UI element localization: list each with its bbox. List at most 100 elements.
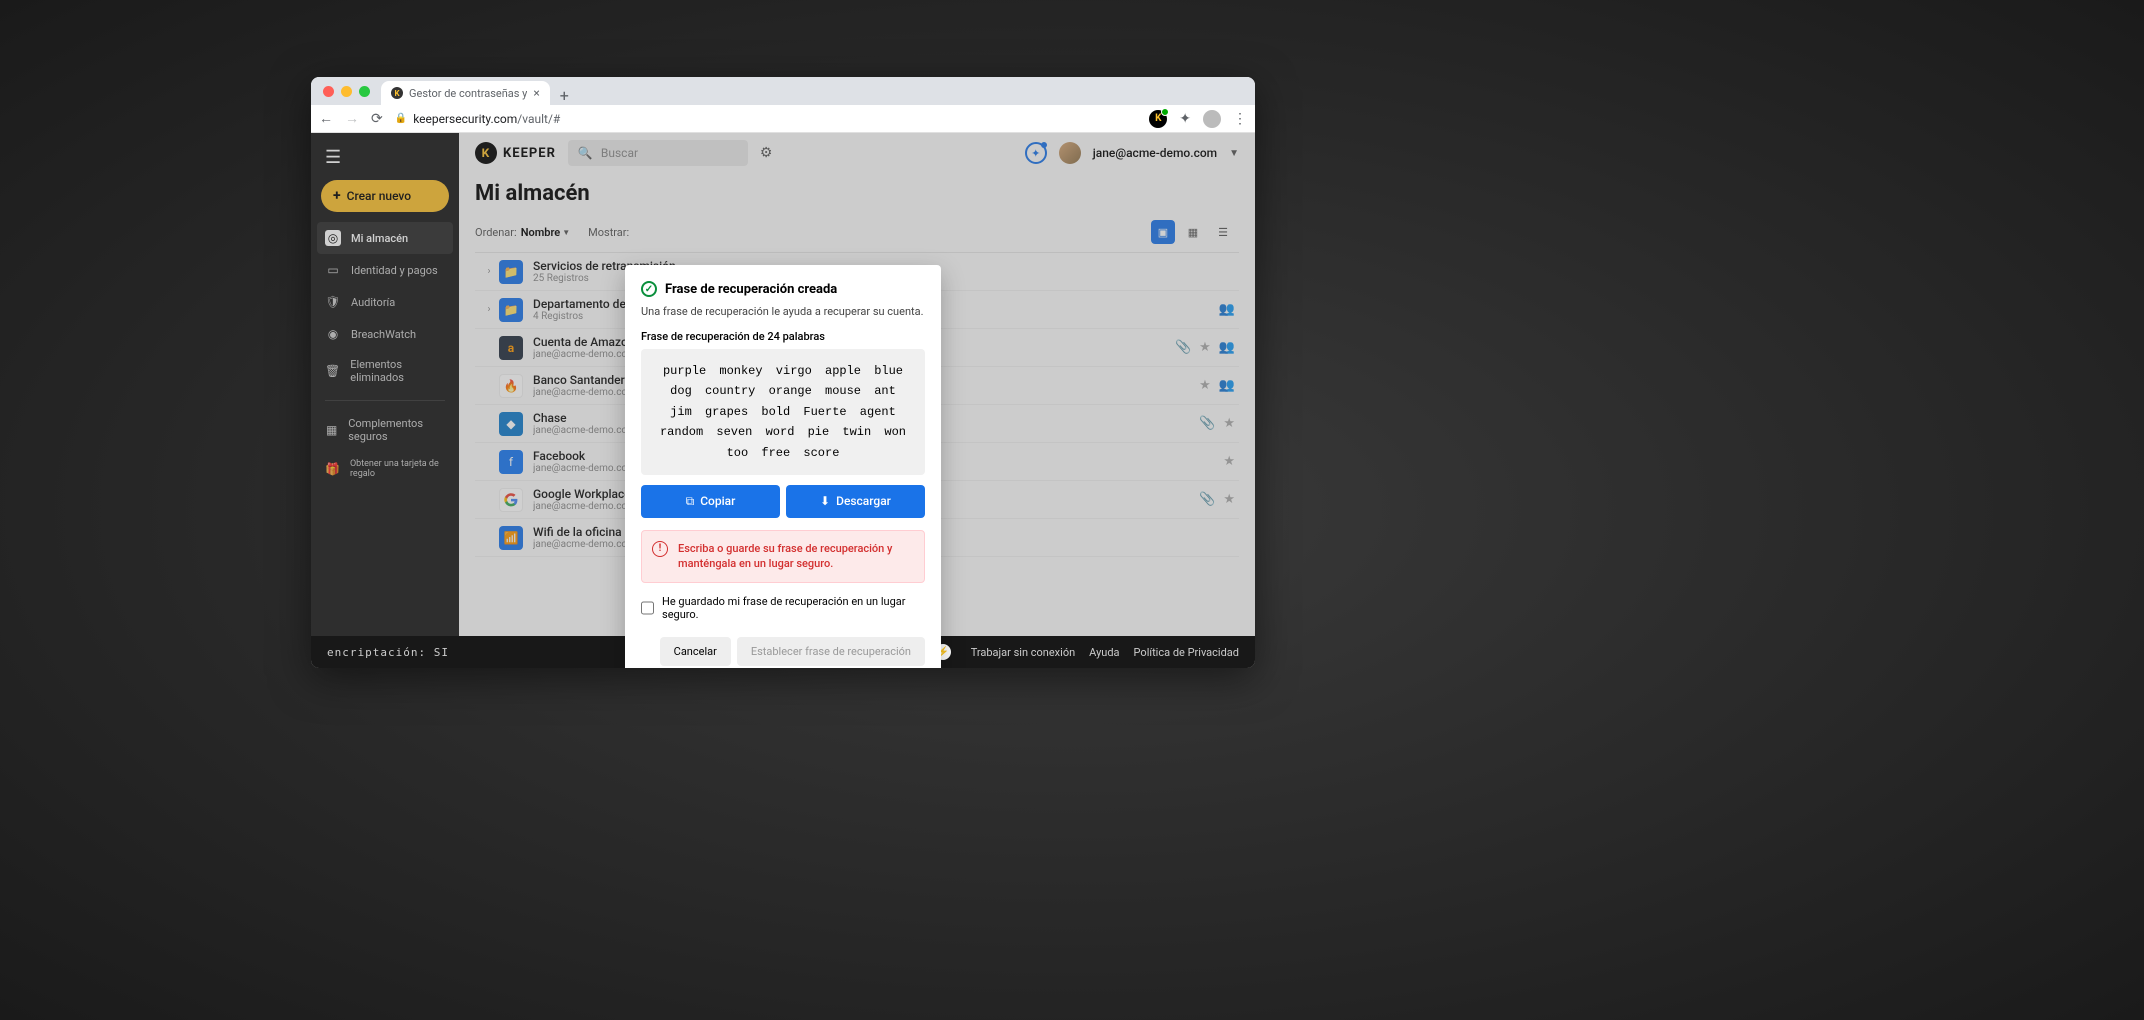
- recovery-phrase: purple monkey virgo apple blue dog count…: [641, 349, 925, 475]
- window-controls: [323, 86, 370, 97]
- filter-icon[interactable]: ⚙: [760, 145, 773, 161]
- confirm-checkbox-row[interactable]: He guardado mi frase de recuperación en …: [641, 595, 925, 621]
- amazon-icon: a: [499, 336, 523, 360]
- browser-tab[interactable]: K Gestor de contraseñas y ×: [381, 81, 550, 105]
- folder-view-icon[interactable]: ▣: [1151, 220, 1175, 244]
- card-icon: ▭: [325, 262, 341, 278]
- search-icon: 🔍: [578, 146, 593, 160]
- chevron-down-icon[interactable]: ▼: [562, 228, 570, 237]
- confirm-button[interactable]: Establecer frase de recuperación: [737, 637, 925, 666]
- profile-icon[interactable]: [1203, 110, 1221, 128]
- minimize-window[interactable]: [341, 86, 352, 97]
- forward-button[interactable]: →: [345, 110, 359, 127]
- chevron-right-icon[interactable]: ›: [479, 304, 499, 315]
- sidebar-item-addons[interactable]: ▦ Complementos seguros: [311, 409, 459, 451]
- list-view-icon[interactable]: ☰: [1211, 220, 1235, 244]
- sidebar-item-label: Elementos eliminados: [350, 358, 445, 384]
- sidebar-item-breachwatch[interactable]: ◉ BreachWatch: [311, 318, 459, 350]
- sidebar-item-label: Auditoría: [351, 296, 395, 309]
- warning-icon: !: [652, 541, 668, 557]
- offline-link[interactable]: Trabajar sin conexión: [971, 646, 1075, 659]
- sidebar: ☰ + Crear nuevo ◎ Mi almacén ▭ Identidad…: [311, 133, 459, 636]
- create-button[interactable]: + Crear nuevo: [321, 180, 449, 212]
- keeper-extension-icon[interactable]: K: [1149, 110, 1167, 128]
- trash-icon: 🗑: [325, 363, 340, 379]
- star-icon[interactable]: ★: [1223, 416, 1235, 431]
- sidebar-item-label: Identidad y pagos: [351, 264, 438, 277]
- brand-name: KEEPER: [503, 146, 556, 161]
- attachment-icon[interactable]: 📎: [1199, 492, 1215, 507]
- user-email: jane@acme-demo.com: [1093, 146, 1217, 160]
- sort-label: Ordenar:: [475, 226, 517, 239]
- share-icon[interactable]: 👥: [1219, 302, 1235, 317]
- star-icon[interactable]: ★: [1223, 492, 1235, 507]
- download-icon: ⬇: [820, 494, 830, 508]
- encryption-status: encriptación: SI: [327, 646, 449, 659]
- sidebar-item-vault[interactable]: ◎ Mi almacén: [317, 222, 453, 254]
- chevron-down-icon[interactable]: ▼: [1229, 148, 1239, 159]
- avatar[interactable]: [1059, 142, 1081, 164]
- phrase-label: Frase de recuperación de 24 palabras: [641, 330, 925, 343]
- close-window[interactable]: [323, 86, 334, 97]
- copy-icon: ⧉: [686, 494, 695, 509]
- cancel-button[interactable]: Cancelar: [660, 637, 731, 666]
- sidebar-item-deleted[interactable]: 🗑 Elementos eliminados: [311, 350, 459, 392]
- sidebar-item-identity[interactable]: ▭ Identidad y pagos: [311, 254, 459, 286]
- star-icon[interactable]: ★: [1199, 378, 1211, 393]
- browser-window: K Gestor de contraseñas y × + ← → ⟳ 🔒 ke…: [311, 77, 1255, 668]
- logo: K KEEPER: [475, 142, 556, 164]
- vault-icon: ◎: [325, 230, 341, 246]
- sidebar-item-label: Mi almacén: [351, 232, 408, 245]
- attachment-icon[interactable]: 📎: [1175, 340, 1191, 355]
- toolbar-right: K ✦ ⋮: [1149, 110, 1247, 128]
- sort-value[interactable]: Nombre: [521, 226, 561, 239]
- attachment-icon[interactable]: 📎: [1199, 416, 1215, 431]
- star-icon[interactable]: ★: [1199, 340, 1211, 355]
- star-icon[interactable]: ★: [1223, 454, 1235, 469]
- help-link[interactable]: Ayuda: [1089, 646, 1119, 659]
- close-tab-icon[interactable]: ×: [533, 86, 539, 100]
- menu-icon[interactable]: ⋮: [1233, 111, 1247, 127]
- check-icon: ✓: [641, 281, 657, 297]
- grid-icon: ▦: [325, 422, 338, 438]
- back-button[interactable]: ←: [319, 110, 333, 127]
- google-icon: [499, 488, 523, 512]
- share-icon[interactable]: 👥: [1219, 340, 1235, 355]
- titlebar: K Gestor de contraseñas y × +: [311, 77, 1255, 105]
- download-button[interactable]: ⬇ Descargar: [786, 485, 925, 518]
- hamburger-icon[interactable]: ☰: [311, 143, 459, 176]
- sidebar-item-label: Obtener una tarjeta de regalo: [350, 459, 445, 479]
- grid-view-icon[interactable]: ▦: [1181, 220, 1205, 244]
- url-field[interactable]: 🔒 keepersecurity.com/vault/#: [395, 112, 1138, 126]
- extensions-icon[interactable]: ✦: [1179, 111, 1191, 127]
- warning-text: Escriba o guarde su frase de recuperació…: [678, 541, 914, 572]
- share-icon[interactable]: 👥: [1219, 378, 1235, 393]
- sidebar-item-audit[interactable]: 🛡 Auditoría: [311, 286, 459, 318]
- separator: [325, 400, 445, 401]
- dialog-header: ✓ Frase de recuperación creada: [641, 281, 925, 297]
- create-label: Crear nuevo: [347, 189, 411, 203]
- checkbox-label: He guardado mi frase de recuperación en …: [662, 595, 925, 621]
- lock-icon: 🔒: [395, 113, 407, 124]
- copy-button[interactable]: ⧉ Copiar: [641, 485, 780, 518]
- copy-label: Copiar: [700, 494, 735, 508]
- search-placeholder: Buscar: [601, 146, 638, 160]
- reload-button[interactable]: ⟳: [371, 111, 383, 127]
- new-tab-button[interactable]: +: [550, 86, 579, 105]
- chase-icon: ◆: [499, 412, 523, 436]
- dialog-footer: Cancelar Establecer frase de recuperació…: [641, 637, 925, 666]
- logo-icon: K: [475, 142, 497, 164]
- topbar: K KEEPER 🔍 Buscar ⚙ ✦ jane@acme-demo.com…: [459, 133, 1255, 173]
- maximize-window[interactable]: [359, 86, 370, 97]
- privacy-link[interactable]: Política de Privacidad: [1134, 646, 1239, 659]
- favicon-icon: K: [391, 87, 403, 99]
- chevron-right-icon[interactable]: ›: [479, 266, 499, 277]
- download-label: Descargar: [836, 494, 891, 508]
- search-input[interactable]: 🔍 Buscar: [568, 140, 748, 166]
- sidebar-item-gift[interactable]: 🎁 Obtener una tarjeta de regalo: [311, 451, 459, 487]
- wifi-icon: 📶: [499, 526, 523, 550]
- view-switcher: ▣ ▦ ☰: [1151, 220, 1239, 244]
- compass-icon[interactable]: ✦: [1025, 142, 1047, 164]
- page-title: Mi almacén: [475, 181, 1239, 206]
- confirm-checkbox[interactable]: [641, 601, 654, 615]
